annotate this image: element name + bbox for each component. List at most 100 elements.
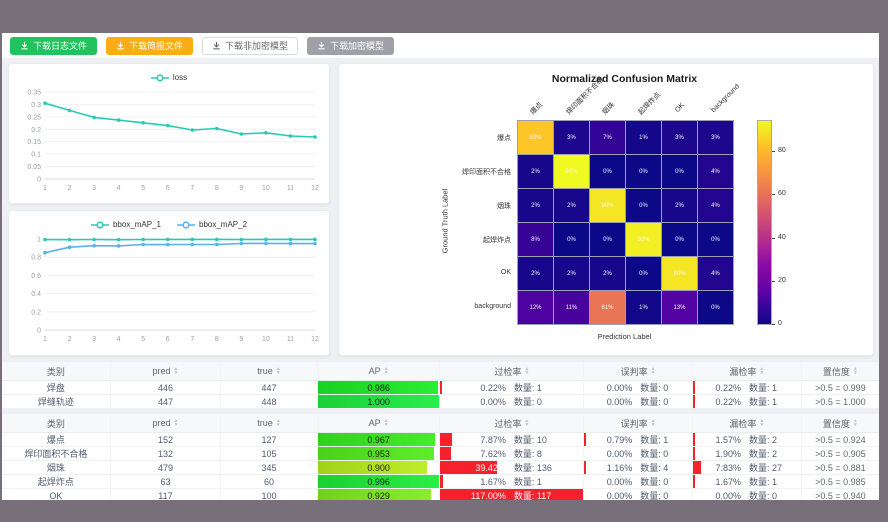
column-header-true[interactable]: true▲▼ <box>221 414 317 432</box>
matrix-row-label: 烟珠 <box>339 201 511 211</box>
ap-value: 1.000 <box>367 397 390 407</box>
colorbar-tick <box>772 281 775 282</box>
matrix-cell: 0% <box>554 223 589 256</box>
column-header-过检率[interactable]: 过检率▲▼ <box>440 414 584 432</box>
column-header-误判率[interactable]: 误判率▲▼ <box>584 414 693 432</box>
training-dashboard-page: 下载日志文件 下载简报文件 下载非加密模型 下载加密模型 loss 00.050… <box>0 0 888 522</box>
cell-pred: 479 <box>111 461 222 474</box>
svg-text:6: 6 <box>166 185 170 192</box>
loss-line-chart: 00.050.10.150.20.250.30.3512345678910111… <box>17 86 323 194</box>
column-header-过检率[interactable]: 过检率▲▼ <box>440 362 584 380</box>
legend-item[interactable]: bbox_mAP_2 <box>177 220 247 229</box>
matrix-cell: 2% <box>590 257 625 290</box>
rate-percent: 0.00% <box>693 491 741 501</box>
ap-value: 0.929 <box>367 491 390 501</box>
matrix-cell: 90% <box>590 189 625 222</box>
cell-confidence: >0.5 = 0.999 <box>802 381 879 394</box>
map-chart-legend: bbox_mAP_1 bbox_mAP_2 <box>17 216 321 233</box>
download-encrypted-model-button[interactable]: 下载加密模型 <box>307 37 394 55</box>
rate-count: 数量: 1 <box>640 433 692 446</box>
matrix-cell: 11% <box>554 291 589 324</box>
table-row: 焊盘4464470.9860.22%数量: 10.00%数量: 00.22%数量… <box>2 381 879 395</box>
svg-text:3: 3 <box>92 336 96 343</box>
download-log-file-button[interactable]: 下载日志文件 <box>10 37 97 55</box>
column-header-置信度[interactable]: 置信度▲▼ <box>802 414 879 432</box>
legend-item[interactable]: bbox_mAP_1 <box>91 220 161 229</box>
cell-confidence: >0.5 = 0.881 <box>802 461 879 474</box>
metrics-table: 类别pred▲▼true▲▼AP▲▼过检率▲▼误判率▲▼漏检率▲▼置信度▲▼焊盘… <box>2 362 879 408</box>
cell-category: 烟珠 <box>2 461 111 474</box>
matrix-row-label: 爆点 <box>339 133 511 143</box>
download-unencrypted-model-button[interactable]: 下载非加密模型 <box>202 37 298 55</box>
column-header-漏检率[interactable]: 漏检率▲▼ <box>693 362 802 380</box>
legend-item[interactable]: loss <box>151 73 187 82</box>
matrix-cell: 94% <box>554 155 589 188</box>
ap-value: 0.986 <box>367 383 390 393</box>
sort-icon[interactable]: ▲▼ <box>384 367 389 375</box>
sort-icon[interactable]: ▲▼ <box>524 419 529 427</box>
column-header-误判率[interactable]: 误判率▲▼ <box>584 362 693 380</box>
sort-icon[interactable]: ▲▼ <box>174 419 179 427</box>
column-header-label: pred <box>153 366 171 376</box>
sort-icon[interactable]: ▲▼ <box>853 367 858 375</box>
matrix-cell: 7% <box>590 121 625 154</box>
column-header-pred[interactable]: pred▲▼ <box>111 414 222 432</box>
cell-over-detect-rate: 0.00%数量: 0 <box>440 395 584 408</box>
column-header-label: AP <box>369 418 381 428</box>
rate-percent: 1.57% <box>693 435 741 445</box>
column-header-置信度[interactable]: 置信度▲▼ <box>802 362 879 380</box>
cell-category: 爆点 <box>2 433 111 446</box>
cell-pred: 63 <box>111 475 222 488</box>
table-row: 烟珠4793450.90039.42%数量: 1361.16%数量: 47.83… <box>2 461 879 475</box>
svg-text:0.3: 0.3 <box>31 102 41 109</box>
sort-icon[interactable]: ▲▼ <box>174 367 179 375</box>
matrix-column-label: 爆点 <box>527 100 544 117</box>
svg-text:1: 1 <box>43 185 47 192</box>
cell-true: 447 <box>221 381 317 394</box>
column-header-pred[interactable]: pred▲▼ <box>111 362 222 380</box>
matrix-cell: 0% <box>626 257 661 290</box>
rate-bar <box>440 381 442 394</box>
cell-category: 起焊炸点 <box>2 475 111 488</box>
column-header-label: 置信度 <box>823 365 850 378</box>
svg-text:0.25: 0.25 <box>27 114 41 121</box>
matrix-cell: 1% <box>626 121 661 154</box>
column-header-AP[interactable]: AP▲▼ <box>318 362 441 380</box>
cell-ap: 1.000 <box>318 395 441 408</box>
cell-confidence: >0.5 = 1.000 <box>802 395 879 408</box>
svg-text:6: 6 <box>166 336 170 343</box>
rate-percent: 1.16% <box>584 463 632 473</box>
sort-icon[interactable]: ▲▼ <box>276 367 281 375</box>
svg-text:1: 1 <box>43 336 47 343</box>
sort-icon[interactable]: ▲▼ <box>853 419 858 427</box>
sort-icon[interactable]: ▲▼ <box>651 419 656 427</box>
matrix-column-label: 烟珠 <box>599 100 616 117</box>
matrix-cell: 90% <box>662 257 697 290</box>
sort-icon[interactable]: ▲▼ <box>384 419 389 427</box>
legend-label: bbox_mAP_1 <box>113 220 161 229</box>
sort-icon[interactable]: ▲▼ <box>759 419 764 427</box>
column-header-label: 漏检率 <box>729 417 756 430</box>
matrix-cell: 4% <box>698 189 733 222</box>
rate-percent: 7.62% <box>454 449 506 459</box>
colorbar-tick-label: 40 <box>778 234 786 241</box>
rate-percent: 39.42% <box>454 463 506 473</box>
sort-icon[interactable]: ▲▼ <box>759 367 764 375</box>
colorbar-tick <box>772 238 775 239</box>
svg-text:7: 7 <box>190 336 194 343</box>
download-report-file-button[interactable]: 下载简报文件 <box>106 37 193 55</box>
cell-miss-rate: 1.67%数量: 1 <box>693 475 802 488</box>
svg-text:0.15: 0.15 <box>27 139 41 146</box>
column-header-AP[interactable]: AP▲▼ <box>318 414 441 432</box>
column-header-漏检率[interactable]: 漏检率▲▼ <box>693 414 802 432</box>
rate-percent: 0.00% <box>584 383 632 393</box>
rate-count: 数量: 0 <box>640 381 692 394</box>
cell-ap: 0.953 <box>318 447 441 460</box>
svg-text:5: 5 <box>141 185 145 192</box>
column-header-true[interactable]: true▲▼ <box>221 362 317 380</box>
sort-icon[interactable]: ▲▼ <box>524 367 529 375</box>
sort-icon[interactable]: ▲▼ <box>276 419 281 427</box>
svg-text:0.35: 0.35 <box>27 90 41 97</box>
legend-marker-icon <box>91 221 109 229</box>
sort-icon[interactable]: ▲▼ <box>651 367 656 375</box>
